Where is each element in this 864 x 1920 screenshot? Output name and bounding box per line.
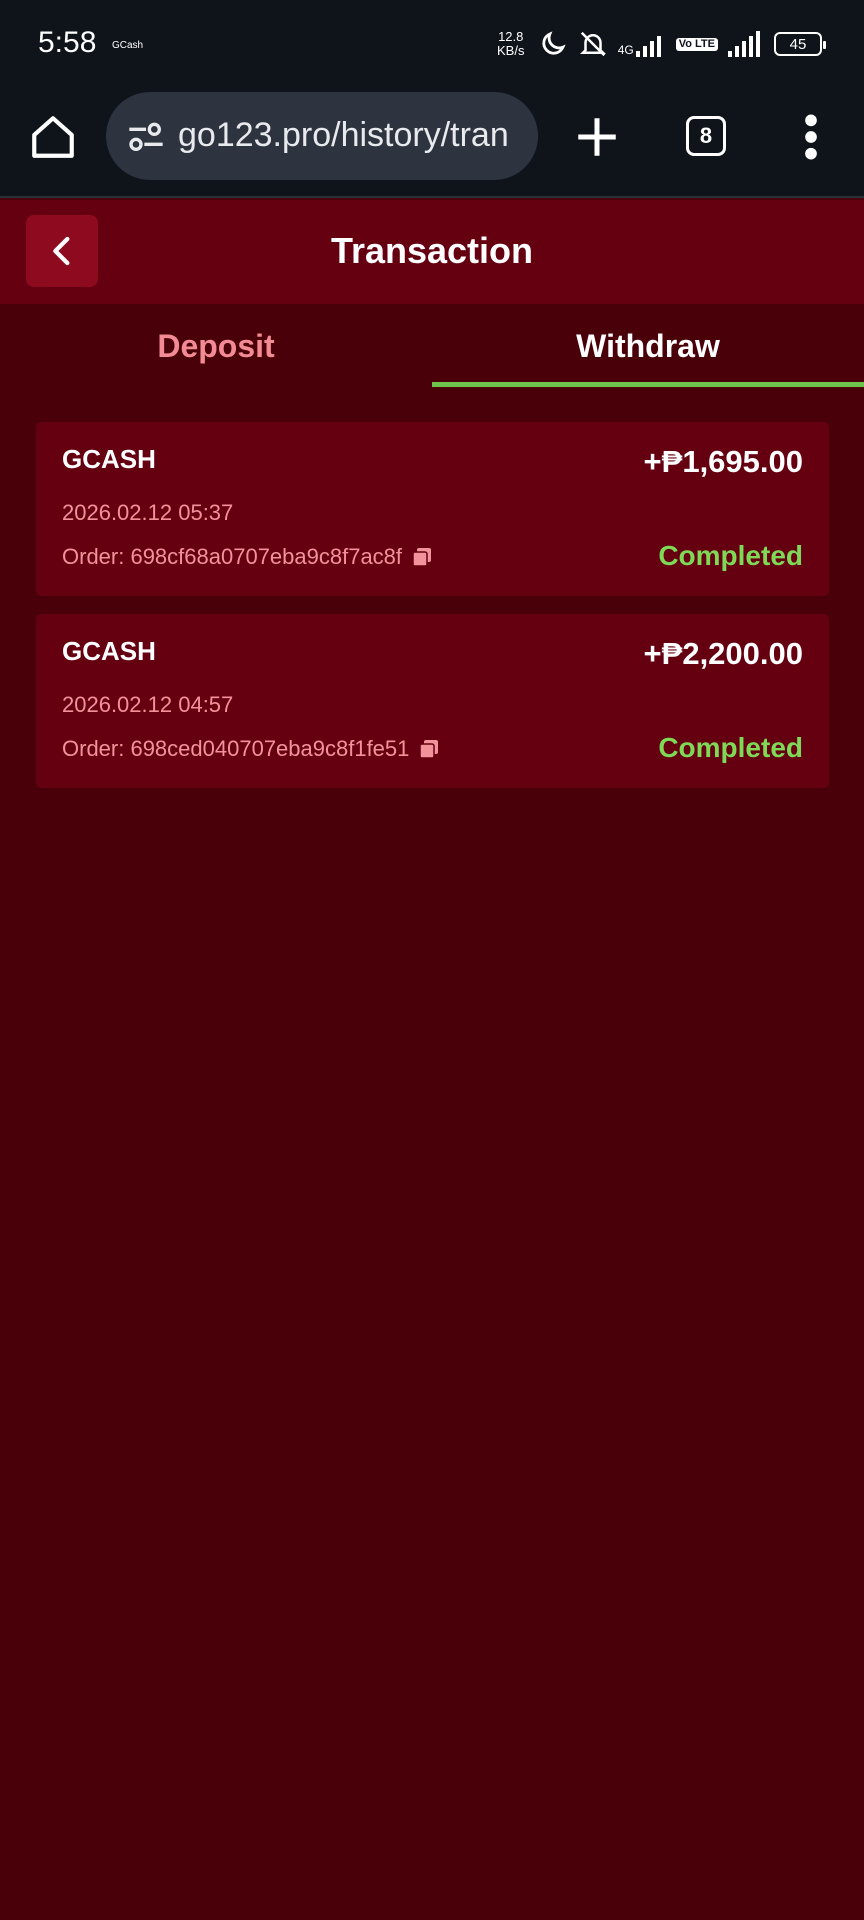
active-tab-indicator — [432, 382, 864, 387]
bell-muted-icon — [579, 31, 606, 57]
signal-bars-icon-2 — [728, 31, 760, 57]
transaction-list: GCASH +₱1,695.00 2026.02.12 05:37 Order:… — [36, 422, 829, 806]
transaction-status: Completed — [658, 732, 803, 763]
copy-icon[interactable] — [417, 737, 441, 761]
home-icon[interactable] — [28, 112, 78, 162]
new-tab-icon[interactable] — [572, 112, 622, 162]
order-id-text: Order: 698ced040707eba9c8f1fe51 — [62, 736, 410, 761]
transaction-card[interactable]: GCASH +₱1,695.00 2026.02.12 05:37 Order:… — [36, 422, 829, 596]
transaction-tabs: Deposit Withdraw — [0, 304, 864, 388]
transaction-date: 2026.02.12 05:37 — [62, 500, 234, 525]
site-settings-icon[interactable] — [126, 116, 166, 156]
transaction-amount: +₱1,695.00 — [643, 444, 803, 479]
net-speed-value: 12.8 — [498, 29, 524, 44]
tab-deposit[interactable]: Deposit — [0, 304, 432, 388]
page-title: Transaction — [330, 230, 534, 271]
more-menu-icon[interactable] — [796, 112, 826, 162]
transaction-order: Order: 698cf68a0707eba9c8f7ac8f — [62, 544, 434, 570]
net-speed-unit: KB/s — [496, 43, 525, 58]
order-id-text: Order: 698cf68a0707eba9c8f7ac8f — [62, 544, 403, 569]
url-text[interactable]: go123.pro/history/tran — [178, 116, 528, 155]
transaction-card[interactable]: GCASH +₱2,200.00 2026.02.12 04:57 Order:… — [36, 614, 829, 788]
app-header: Transaction — [0, 200, 864, 304]
browser-toolbar: go123.pro/history/tran 8 — [0, 88, 864, 198]
transaction-method: GCASH — [62, 636, 156, 666]
signal-4g: 4G — [618, 31, 666, 57]
status-bar: 5:58 GCash 12.8 KB/s 4G Vo LTE 45 — [0, 0, 864, 88]
status-time: 5:58 — [38, 26, 97, 59]
transaction-amount: +₱2,200.00 — [643, 636, 803, 671]
address-bar[interactable]: go123.pro/history/tran — [106, 92, 538, 180]
status-notification-label: GCash — [112, 40, 144, 51]
volte-badge: Vo LTE — [675, 37, 718, 51]
transaction-order: Order: 698ced040707eba9c8f1fe51 — [62, 736, 441, 762]
moon-icon — [542, 31, 566, 55]
transaction-method: GCASH — [62, 444, 156, 474]
signal-label: 4G — [617, 43, 634, 57]
tab-switcher-button[interactable]: 8 — [686, 116, 726, 156]
status-icons: 12.8 KB/s 4G Vo LTE 45 — [494, 26, 826, 62]
tab-withdraw[interactable]: Withdraw — [432, 304, 864, 388]
net-speed: 12.8 KB/s — [494, 30, 528, 58]
battery-indicator: 45 — [774, 32, 826, 56]
transaction-date: 2026.02.12 04:57 — [62, 692, 234, 717]
transaction-status: Completed — [658, 540, 803, 571]
copy-icon[interactable] — [410, 545, 434, 569]
signal-bars-icon — [635, 36, 661, 57]
